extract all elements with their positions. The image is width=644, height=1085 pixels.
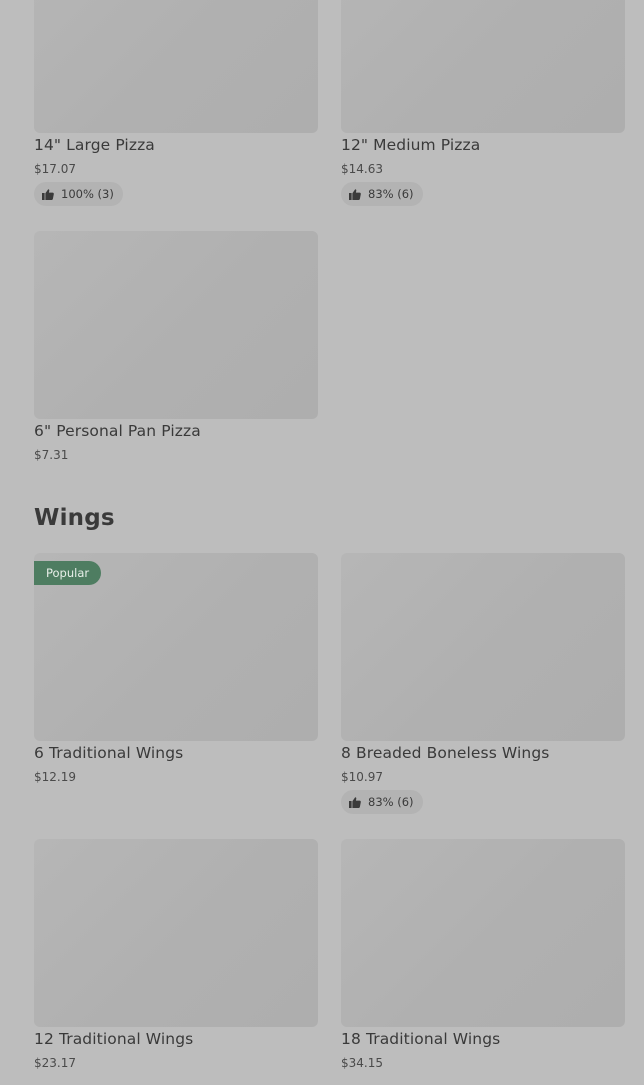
menu-item-price: $17.07 bbox=[34, 162, 76, 176]
section-title-wings: Wings bbox=[34, 505, 115, 531]
menu-item-card[interactable]: 12" Medium Pizza $14.63 83% (6) bbox=[341, 0, 625, 206]
rating-badge: 83% (6) bbox=[341, 790, 423, 814]
menu-item-name: 12" Medium Pizza bbox=[341, 136, 481, 154]
menu-item-image[interactable]: Popular bbox=[34, 553, 318, 741]
menu-item-image[interactable] bbox=[341, 553, 625, 741]
thumbs-up-icon bbox=[42, 188, 54, 200]
menu-item-image[interactable] bbox=[34, 231, 318, 419]
thumbs-up-icon bbox=[349, 188, 361, 200]
menu-item-name: 6 Traditional Wings bbox=[34, 744, 184, 762]
menu-item-card[interactable]: Popular 6 Traditional Wings $12.19 bbox=[34, 553, 318, 784]
rating-badge: 100% (3) bbox=[34, 182, 123, 206]
rating-text: 100% (3) bbox=[61, 187, 114, 201]
menu-item-price: $7.31 bbox=[34, 448, 69, 462]
menu-item-card[interactable]: 8 Breaded Boneless Wings $10.97 83% (6) bbox=[341, 553, 625, 814]
menu-item-price: $10.97 bbox=[341, 770, 383, 784]
menu-item-card[interactable]: 12 Traditional Wings $23.17 bbox=[34, 839, 318, 1070]
menu-item-price: $34.15 bbox=[341, 1056, 383, 1070]
menu-item-price: $23.17 bbox=[34, 1056, 76, 1070]
menu-item-card[interactable]: 6" Personal Pan Pizza $7.31 bbox=[34, 231, 318, 462]
popular-badge: Popular bbox=[34, 561, 102, 585]
menu-item-image[interactable] bbox=[341, 0, 625, 133]
menu-item-name: 18 Traditional Wings bbox=[341, 1030, 501, 1048]
menu-item-card[interactable]: 18 Traditional Wings $34.15 bbox=[341, 839, 625, 1070]
thumbs-up-icon bbox=[349, 796, 361, 808]
menu-item-image[interactable] bbox=[341, 839, 625, 1027]
menu-item-image[interactable] bbox=[34, 0, 318, 133]
menu-item-card[interactable]: 14" Large Pizza $17.07 100% (3) bbox=[34, 0, 318, 206]
menu-item-price: $12.19 bbox=[34, 770, 76, 784]
menu-item-image[interactable] bbox=[34, 839, 318, 1027]
menu-item-name: 12 Traditional Wings bbox=[34, 1030, 194, 1048]
menu-item-price: $14.63 bbox=[341, 162, 383, 176]
rating-text: 83% (6) bbox=[368, 187, 414, 201]
rating-badge: 83% (6) bbox=[341, 182, 423, 206]
menu-item-name: 14" Large Pizza bbox=[34, 136, 155, 154]
rating-text: 83% (6) bbox=[368, 795, 414, 809]
menu-page: 14" Large Pizza $17.07 100% (3) 12" Medi… bbox=[0, 0, 644, 1085]
menu-item-name: 6" Personal Pan Pizza bbox=[34, 422, 201, 440]
menu-item-name: 8 Breaded Boneless Wings bbox=[341, 744, 550, 762]
